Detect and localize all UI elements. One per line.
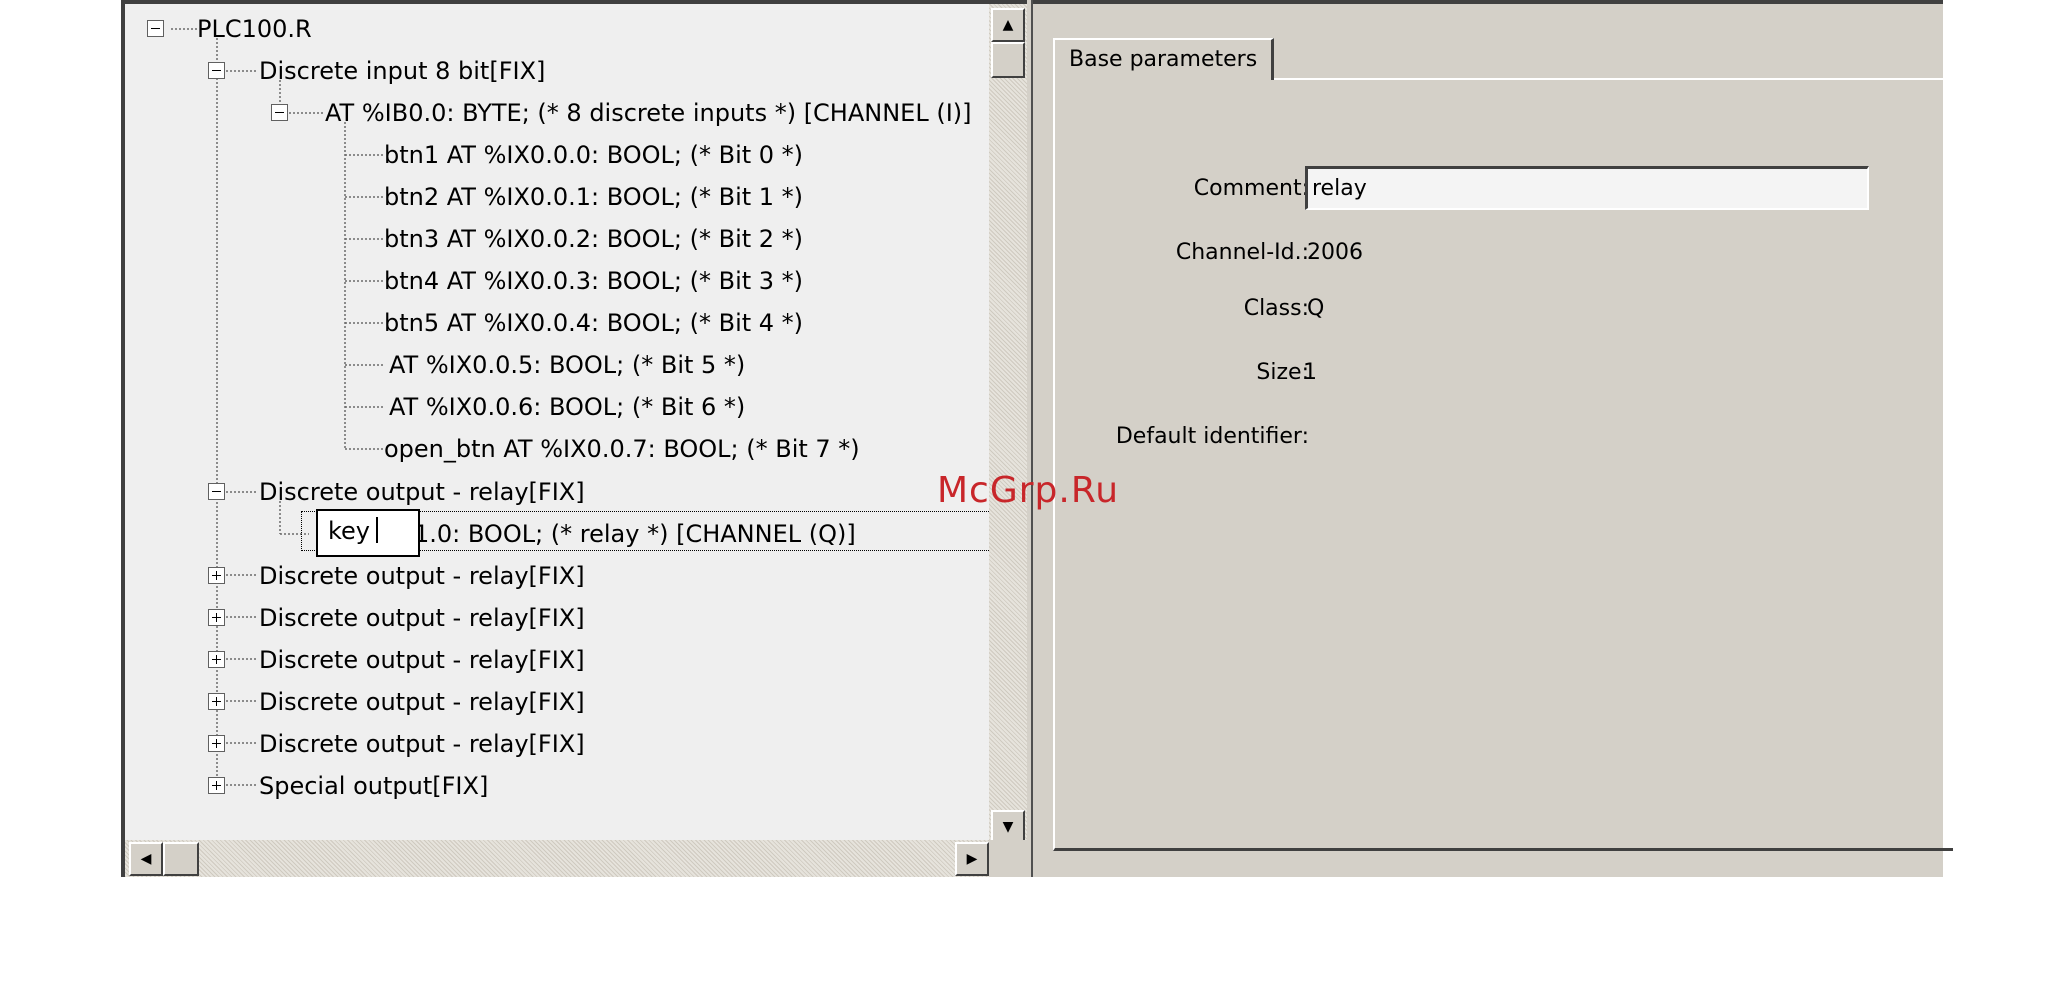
tree-node-relay-output[interactable]: Discrete output - relay[FIX] <box>259 644 585 676</box>
collapse-icon[interactable] <box>208 62 225 79</box>
collapse-icon[interactable] <box>147 20 164 37</box>
tree-node-relay-output[interactable]: Discrete output - relay[FIX] <box>259 476 585 508</box>
vertical-scroll-thumb[interactable] <box>991 42 1025 78</box>
tree-node-btn4[interactable]: btn4 AT %IX0.0.3: BOOL; (* Bit 3 *) <box>384 265 803 297</box>
base-parameters-panel: Comment: Channel-Id.: 2006 Class: Q Size… <box>1053 78 1953 851</box>
expand-icon[interactable] <box>208 735 225 752</box>
horizontal-scrollbar[interactable] <box>125 840 989 877</box>
scroll-left-button[interactable]: ◀ <box>129 842 163 876</box>
expand-icon[interactable] <box>208 693 225 710</box>
rename-input-value: key <box>328 517 371 545</box>
tree-node-relay-output[interactable]: Discrete output - relay[FIX] <box>259 602 585 634</box>
scrollbar-corner <box>989 840 1027 877</box>
class-value: Q <box>1307 296 1325 321</box>
arrow-left-icon: ◀ <box>140 851 152 867</box>
expand-icon[interactable] <box>208 609 225 626</box>
channel-id-label: Channel-Id.: <box>1175 240 1309 265</box>
tree-node-btn2[interactable]: btn2 AT %IX0.0.1: BOOL; (* Bit 1 *) <box>384 181 803 213</box>
scroll-right-button[interactable]: ▶ <box>955 842 989 876</box>
tree-node-relay-channel[interactable]: 1.0: BOOL; (* relay *) [CHANNEL (Q)] <box>414 518 856 550</box>
expand-icon[interactable] <box>208 651 225 668</box>
watermark-text: McGrp.Ru <box>937 470 1120 511</box>
vertical-scrollbar[interactable] <box>989 4 1027 840</box>
default-identifier-label: Default identifier: <box>1115 424 1309 449</box>
expand-icon[interactable] <box>208 777 225 794</box>
device-tree-pane: PLC100.R Discrete input 8 bit[FIX] AT %I… <box>121 0 1027 877</box>
scroll-up-button[interactable]: ▲ <box>991 8 1025 42</box>
application-window: PLC100.R Discrete input 8 bit[FIX] AT %I… <box>121 0 1953 877</box>
tree-node-btn1[interactable]: btn1 AT %IX0.0.0: BOOL; (* Bit 0 *) <box>384 139 803 171</box>
comment-input[interactable] <box>1305 166 1869 210</box>
tree-node-bit5[interactable]: AT %IX0.0.5: BOOL; (* Bit 5 *) <box>389 349 745 381</box>
tree-node-discrete-input[interactable]: Discrete input 8 bit[FIX] <box>259 55 545 87</box>
arrow-right-icon: ▶ <box>966 851 978 867</box>
tab-base-parameters[interactable]: Base parameters <box>1053 38 1275 80</box>
tree-node-relay-output[interactable]: Discrete output - relay[FIX] <box>259 728 585 760</box>
channel-id-value: 2006 <box>1307 240 1363 265</box>
tree-node-relay-output[interactable]: Discrete output - relay[FIX] <box>259 686 585 718</box>
scroll-down-button[interactable]: ▼ <box>991 810 1025 844</box>
comment-label: Comment: <box>1193 176 1309 201</box>
arrow-down-icon: ▼ <box>1002 819 1014 835</box>
text-caret <box>376 517 379 543</box>
expand-icon[interactable] <box>208 567 225 584</box>
tree-node-btn3[interactable]: btn3 AT %IX0.0.2: BOOL; (* Bit 2 *) <box>384 223 803 255</box>
device-tree: PLC100.R Discrete input 8 bit[FIX] AT %I… <box>129 4 989 840</box>
size-value: 1 <box>1303 360 1317 385</box>
tree-node-relay-output[interactable]: Discrete output - relay[FIX] <box>259 560 585 592</box>
tree-node-btn5[interactable]: btn5 AT %IX0.0.4: BOOL; (* Bit 4 *) <box>384 307 803 339</box>
properties-pane: Base parameters Comment: Channel-Id.: 20… <box>1033 0 1953 877</box>
tree-node-byte-channel[interactable]: AT %IB0.0: BYTE; (* 8 discrete inputs *)… <box>325 97 972 129</box>
tree-node-bit6[interactable]: AT %IX0.0.6: BOOL; (* Bit 6 *) <box>389 391 745 423</box>
tree-node-special-output[interactable]: Special output[FIX] <box>259 770 488 802</box>
arrow-up-icon: ▲ <box>1002 17 1014 33</box>
rename-input[interactable]: key <box>316 509 420 557</box>
class-label: Class: <box>1243 296 1309 321</box>
tree-node-root[interactable]: PLC100.R <box>197 13 312 45</box>
size-label: Size: <box>1256 360 1309 385</box>
tree-node-open-btn[interactable]: open_btn AT %IX0.0.7: BOOL; (* Bit 7 *) <box>384 433 860 465</box>
collapse-icon[interactable] <box>271 104 288 121</box>
horizontal-scroll-thumb[interactable] <box>163 842 199 876</box>
collapse-icon[interactable] <box>208 483 225 500</box>
